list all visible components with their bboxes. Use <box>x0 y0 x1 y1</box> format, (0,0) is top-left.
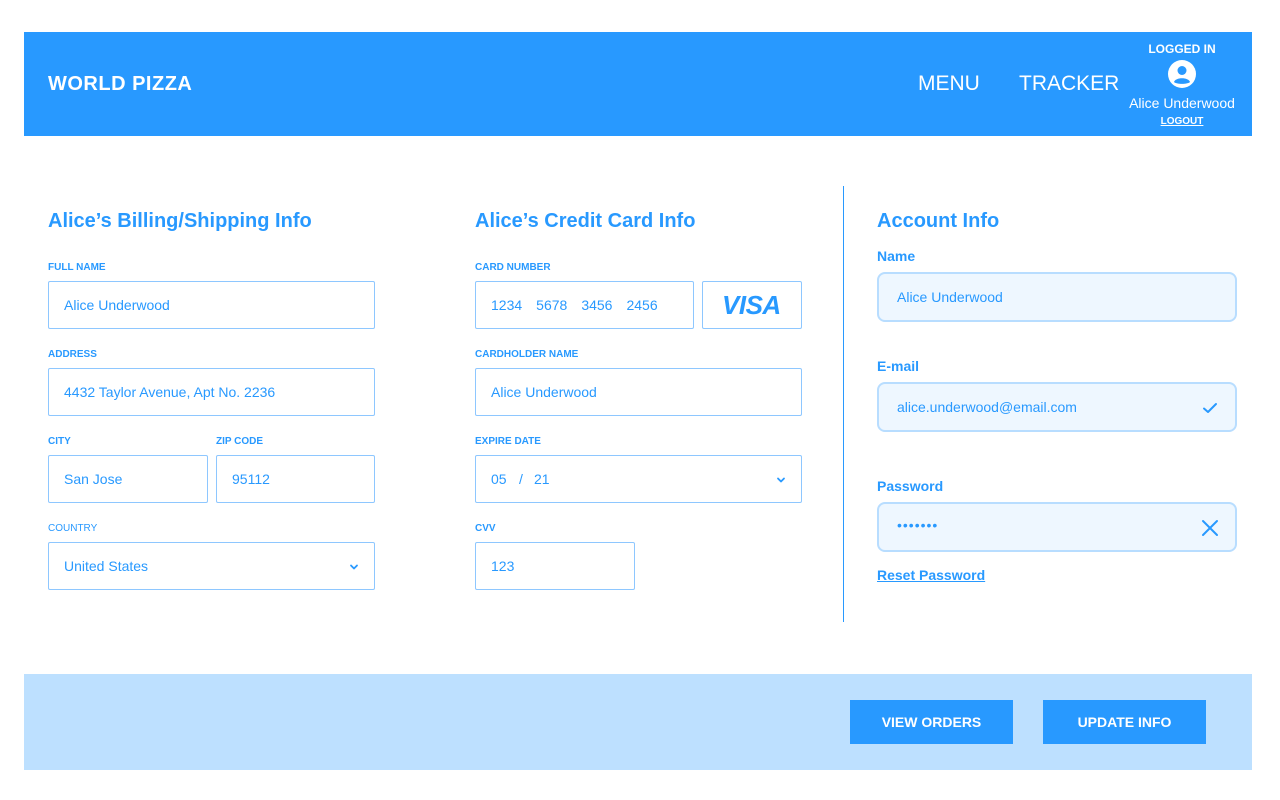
full-name-field[interactable]: Alice Underwood <box>48 281 375 329</box>
zip-code-value: 95112 <box>232 471 270 487</box>
expire-year: 21 <box>534 471 550 487</box>
account-name-field[interactable]: Alice Underwood <box>877 272 1237 322</box>
checkmark-icon <box>1203 403 1217 413</box>
account-name-label: Name <box>877 248 916 264</box>
cardholder-name-field[interactable]: Alice Underwood <box>475 368 802 416</box>
cardholder-name-value: Alice Underwood <box>491 384 597 400</box>
account-name-value: Alice Underwood <box>897 289 1003 305</box>
cvv-label: CVV <box>475 523 496 534</box>
expire-date-select[interactable]: 05 / 21 <box>475 455 802 503</box>
card-brand-badge: VISA <box>702 281 802 329</box>
address-label: ADDRESS <box>48 349 97 360</box>
expire-separator: / <box>519 471 523 487</box>
country-value: United States <box>64 558 149 574</box>
full-name-value: Alice Underwood <box>64 297 170 313</box>
card-number-group: 5678 <box>536 297 568 313</box>
credit-card-section-title: Alice’s Credit Card Info <box>475 210 696 232</box>
clear-x-icon[interactable] <box>1201 519 1219 537</box>
page: WORLD PIZZA MENU TRACKER LOGGED IN Alice… <box>0 0 1280 800</box>
nav-tracker-link[interactable]: TRACKER <box>1019 72 1119 96</box>
country-label: COUNTRY <box>48 523 98 534</box>
update-info-button[interactable]: UPDATE INFO <box>1043 700 1206 744</box>
top-nav-bar: WORLD PIZZA MENU TRACKER LOGGED IN Alice… <box>24 32 1252 136</box>
chevron-down-icon <box>350 564 358 570</box>
user-panel: LOGGED IN Alice Underwood LOGOUT <box>1122 32 1242 136</box>
email-value: alice.underwood@email.com <box>897 399 1077 415</box>
user-circle-icon[interactable] <box>1167 59 1197 89</box>
card-number-group: 1234 <box>491 297 523 313</box>
billing-section-title: Alice’s Billing/Shipping Info <box>48 210 312 232</box>
cvv-value: 123 <box>491 558 515 574</box>
expire-date-label: EXPIRE DATE <box>475 436 541 447</box>
card-number-group: 3456 <box>581 297 613 313</box>
section-divider <box>843 186 844 622</box>
nav-menu-link[interactable]: MENU <box>918 72 980 96</box>
country-select[interactable]: United States <box>48 542 375 590</box>
city-value: San Jose <box>64 471 123 487</box>
address-field[interactable]: 4432 Taylor Avenue, Apt No. 2236 <box>48 368 375 416</box>
action-footer: VIEW ORDERS UPDATE INFO <box>24 674 1252 770</box>
full-name-label: FULL NAME <box>48 262 106 273</box>
logout-link[interactable]: LOGOUT <box>1122 116 1242 127</box>
city-field[interactable]: San Jose <box>48 455 208 503</box>
email-label: E-mail <box>877 358 920 374</box>
card-number-group: 2456 <box>626 297 658 313</box>
reset-password-link[interactable]: Reset Password <box>877 567 985 583</box>
email-field[interactable]: alice.underwood@email.com <box>877 382 1237 432</box>
password-value: ••••••• <box>897 517 939 533</box>
card-number-field[interactable]: 1234 5678 3456 2456 <box>475 281 694 329</box>
user-name: Alice Underwood <box>1129 95 1235 111</box>
cvv-field[interactable]: 123 <box>475 542 635 590</box>
cardholder-name-label: CARDHOLDER NAME <box>475 349 579 360</box>
city-label: CITY <box>48 436 71 447</box>
logged-in-status: LOGGED IN <box>1148 42 1216 56</box>
zip-code-field[interactable]: 95112 <box>216 455 375 503</box>
view-orders-button[interactable]: VIEW ORDERS <box>850 700 1013 744</box>
address-value: 4432 Taylor Avenue, Apt No. 2236 <box>64 384 276 400</box>
account-section-title: Account Info <box>877 210 1000 232</box>
visa-logo: VISA <box>722 290 781 320</box>
card-number-label: CARD NUMBER <box>475 262 551 273</box>
password-label: Password <box>877 478 944 494</box>
expire-month: 05 <box>491 471 507 487</box>
zip-code-label: ZIP CODE <box>216 436 264 447</box>
card-number-value: 1234 5678 3456 2456 <box>491 297 672 313</box>
chevron-down-icon <box>777 477 785 483</box>
password-field[interactable]: ••••••• <box>877 502 1237 552</box>
brand-logo[interactable]: WORLD PIZZA <box>48 73 192 96</box>
